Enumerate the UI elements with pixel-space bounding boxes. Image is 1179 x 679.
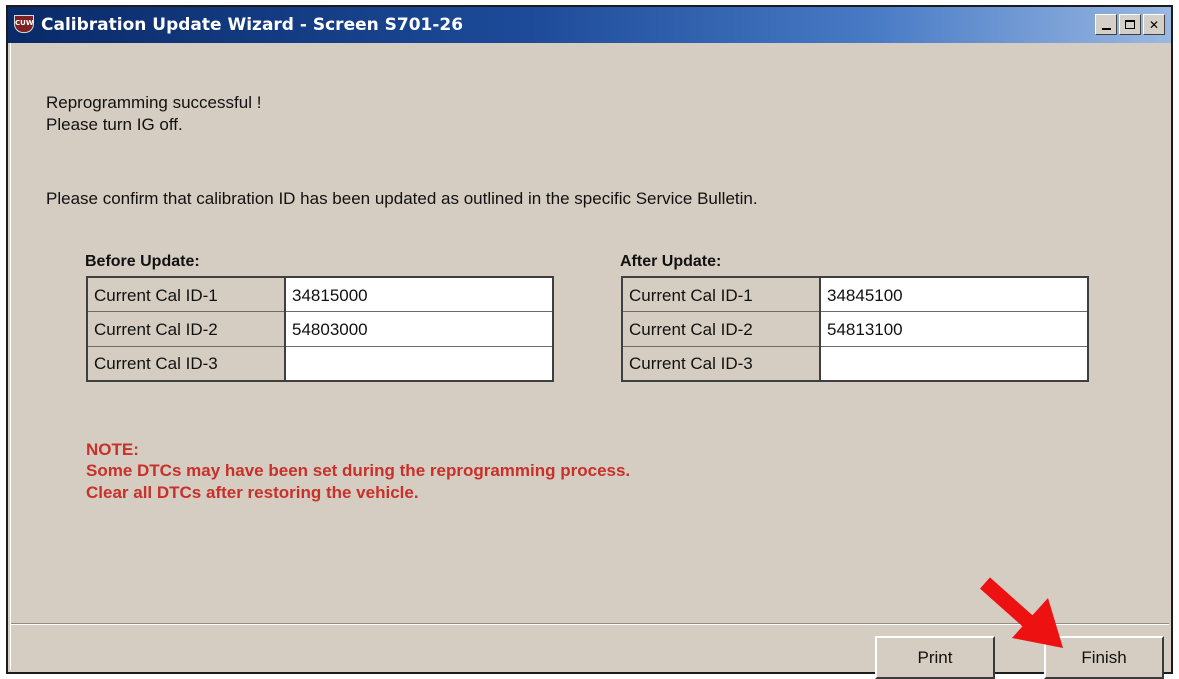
window-controls: ✕: [1095, 14, 1165, 35]
table-row: Current Cal ID-2 54813100: [621, 311, 1089, 347]
note-line-clear-dtcs: Clear all DTCs after restoring the vehic…: [86, 483, 419, 502]
cal-id-label: Current Cal ID-1: [86, 276, 286, 313]
after-update-table: Current Cal ID-1 34845100 Current Cal ID…: [621, 276, 1089, 382]
table-row: Current Cal ID-1 34815000: [86, 276, 554, 313]
window-title: Calibration Update Wizard - Screen S701-…: [41, 15, 464, 35]
cal-id-label: Current Cal ID-2: [621, 311, 821, 347]
close-icon: ✕: [1148, 17, 1160, 32]
wizard-content: Reprogramming successful ! Please turn I…: [10, 43, 1169, 679]
maximize-icon: [1125, 20, 1135, 29]
table-row: Current Cal ID-3: [621, 345, 1089, 382]
note-heading: NOTE:: [86, 440, 139, 459]
cal-id-value: 54803000: [284, 311, 554, 347]
confirm-message: Please confirm that calibration ID has b…: [46, 189, 758, 208]
cal-id-value: 34845100: [819, 276, 1089, 313]
ignition-off-message: Please turn IG off.: [46, 115, 183, 134]
success-message: Reprogramming successful !: [46, 93, 262, 112]
cal-id-label: Current Cal ID-1: [621, 276, 821, 313]
app-logo-icon: CUW: [14, 15, 34, 33]
finish-button[interactable]: Finish: [1044, 636, 1164, 679]
table-row: Current Cal ID-1 34845100: [621, 276, 1089, 313]
before-update-heading: Before Update:: [85, 253, 200, 270]
title-bar: CUW Calibration Update Wizard - Screen S…: [8, 7, 1171, 43]
table-row: Current Cal ID-3: [86, 345, 554, 382]
cal-id-label: Current Cal ID-2: [86, 311, 286, 347]
after-update-heading: After Update:: [620, 253, 722, 270]
minimize-icon: [1101, 28, 1111, 30]
print-button[interactable]: Print: [875, 636, 995, 679]
table-row: Current Cal ID-2 54803000: [86, 311, 554, 347]
cal-id-value: 34815000: [284, 276, 554, 313]
close-button[interactable]: ✕: [1143, 14, 1165, 35]
cal-id-label: Current Cal ID-3: [86, 345, 286, 382]
calibration-update-wizard-window: CUW Calibration Update Wizard - Screen S…: [6, 5, 1173, 679]
footer-divider: [11, 623, 1169, 625]
minimize-button[interactable]: [1095, 14, 1117, 35]
cal-id-value: [819, 345, 1089, 382]
note-line-dtcs-set: Some DTCs may have been set during the r…: [86, 461, 631, 480]
maximize-button[interactable]: [1119, 14, 1141, 35]
cal-id-label: Current Cal ID-3: [621, 345, 821, 382]
cal-id-value: 54813100: [819, 311, 1089, 347]
before-update-table: Current Cal ID-1 34815000 Current Cal ID…: [86, 276, 554, 382]
cal-id-value: [284, 345, 554, 382]
